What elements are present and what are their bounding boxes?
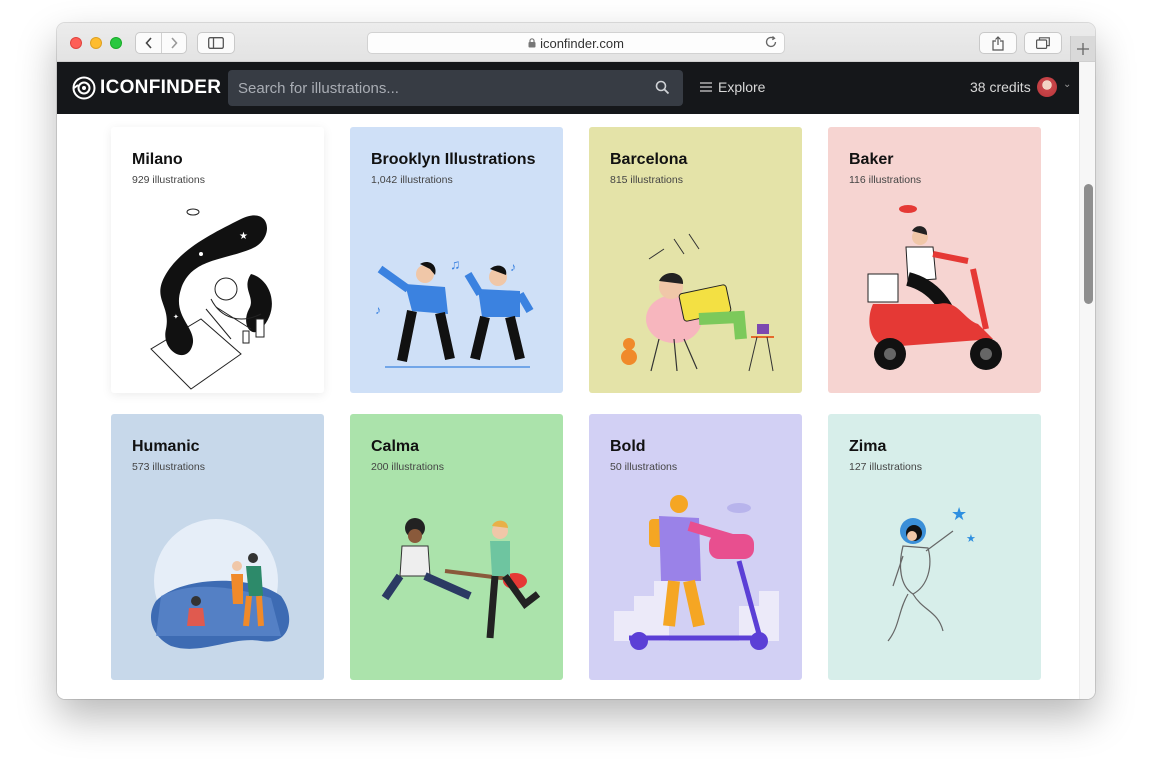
pack-count: 573 illustrations [132, 461, 205, 473]
svg-text:♪: ♪ [375, 303, 381, 317]
svg-text:★: ★ [951, 504, 967, 524]
site-header: ICONFINDER Explore 38 credits ⌄ [57, 62, 1079, 114]
svg-text:★: ★ [181, 287, 188, 296]
barcelona-illustration [621, 233, 774, 372]
pack-count: 815 illustrations [610, 174, 683, 186]
pack-count: 116 illustrations [849, 174, 922, 186]
pack-title: Barcelona [610, 151, 688, 168]
pack-card-bold[interactable]: Bold 50 illustrations [589, 414, 802, 680]
pack-card-zima[interactable]: Zima 127 illustrations ★ ★ [828, 414, 1041, 680]
pack-card-milano[interactable]: Milano 929 illustrations ★ ★ ✦ [111, 127, 324, 393]
pack-count: 50 illustrations [610, 461, 678, 473]
logo-text: ICONFINDER [100, 77, 222, 98]
back-button[interactable] [136, 33, 161, 53]
reload-icon[interactable] [764, 35, 778, 49]
browser-toolbar: iconfinder.com [57, 23, 1095, 62]
svg-text:♫: ♫ [450, 256, 461, 272]
pack-title: Humanic [132, 438, 200, 455]
address-text: iconfinder.com [540, 35, 624, 51]
svg-text:★: ★ [966, 533, 976, 545]
pack-count: 1,042 illustrations [371, 174, 453, 186]
pack-count: 200 illustrations [371, 461, 444, 473]
milano-illustration: ★ ★ ✦ [150, 208, 272, 390]
baker-illustration [867, 205, 1002, 370]
brooklyn-illustration: ♫ ♪ ♪ [375, 256, 534, 368]
avatar[interactable] [1037, 77, 1057, 97]
hamburger-icon [700, 82, 712, 92]
calma-illustration [381, 518, 541, 639]
explore-label: Explore [718, 79, 766, 95]
show-tabs-button[interactable] [1024, 32, 1062, 54]
pack-count: 127 illustrations [849, 461, 922, 473]
iconfinder-logo[interactable]: ICONFINDER [72, 76, 221, 100]
bold-illustration [614, 495, 779, 650]
sidebar-icon [208, 37, 224, 49]
close-window-button[interactable] [70, 37, 82, 49]
search-icon[interactable] [655, 80, 670, 95]
zima-illustration: ★ ★ [887, 504, 976, 642]
scrollbar[interactable] [1079, 62, 1095, 699]
pack-title: Calma [371, 438, 420, 455]
pack-title: Brooklyn Illustrations [371, 151, 536, 168]
new-tab-button[interactable] [1070, 36, 1095, 61]
humanic-illustration [151, 519, 290, 649]
eye-logo-icon [72, 76, 96, 100]
chevron-left-icon [144, 37, 152, 49]
browser-window: iconfinder.com ICONFINDER Search for ill… [57, 23, 1095, 699]
share-icon [992, 35, 1004, 51]
pack-card-humanic[interactable]: Humanic 573 illustrations [111, 414, 324, 680]
lock-icon [528, 38, 536, 48]
pack-card-barcelona[interactable]: Barcelona 815 illustrations [589, 127, 802, 393]
share-button[interactable] [979, 32, 1017, 54]
scrollbar-thumb[interactable] [1084, 184, 1093, 304]
pack-title: Baker [849, 151, 894, 168]
minimize-window-button[interactable] [90, 37, 102, 49]
nav-buttons [135, 32, 187, 54]
pack-card-brooklyn[interactable]: Brooklyn Illustrations 1,042 illustratio… [350, 127, 563, 393]
pack-card-baker[interactable]: Baker 116 illustrations [828, 127, 1041, 393]
svg-text:★: ★ [239, 231, 248, 242]
pack-title: Milano [132, 151, 183, 168]
pack-count: 929 illustrations [132, 174, 205, 186]
plus-icon [1077, 42, 1089, 55]
search-input[interactable] [228, 79, 628, 97]
pack-title: Bold [610, 438, 646, 455]
svg-text:♪: ♪ [510, 260, 516, 274]
search-box [228, 70, 683, 106]
chevron-down-icon[interactable]: ⌄ [1063, 79, 1071, 90]
explore-menu[interactable]: Explore [700, 79, 765, 95]
pack-title: Zima [849, 438, 887, 455]
pack-card-calma[interactable]: Calma 200 illustrations [350, 414, 563, 680]
illustration-grid: Milano 929 illustrations ★ ★ ✦ Brooklyn … [57, 114, 1079, 699]
sidebar-toggle-button[interactable] [197, 32, 235, 54]
tabs-icon [1036, 37, 1050, 49]
chevron-right-icon [171, 37, 178, 49]
address-bar[interactable]: iconfinder.com [367, 32, 785, 54]
credits-label[interactable]: 38 credits [970, 79, 1031, 95]
zoom-window-button[interactable] [110, 37, 122, 49]
forward-button[interactable] [161, 33, 186, 53]
svg-text:✦: ✦ [173, 313, 179, 321]
